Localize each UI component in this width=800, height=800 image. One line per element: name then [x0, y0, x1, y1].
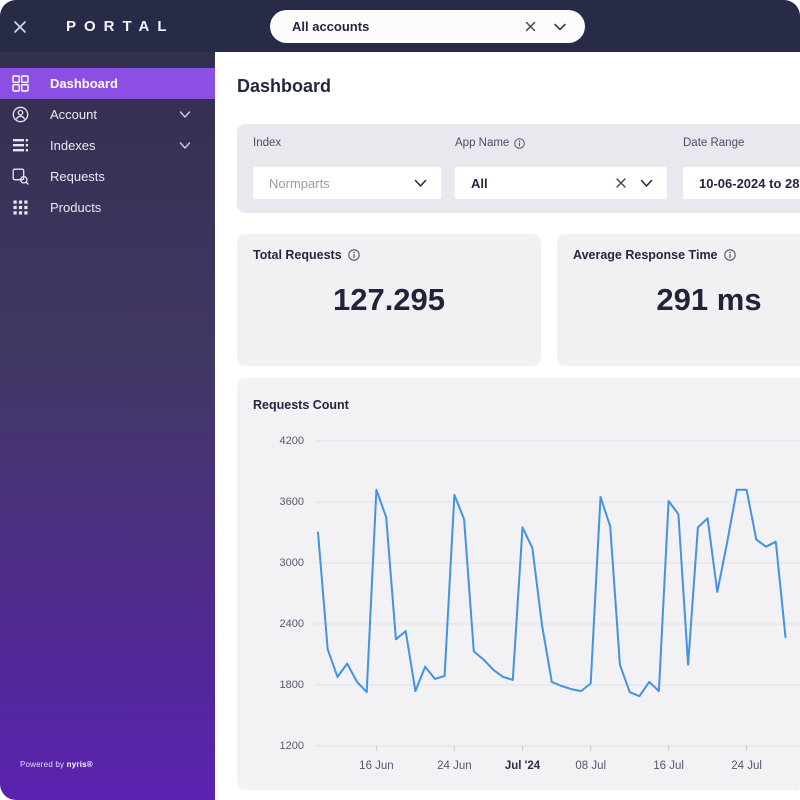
powered-by: Powered by nyris®: [20, 760, 93, 769]
sidebar-item-account[interactable]: Account: [0, 99, 215, 130]
filter-bar: Index Normparts App Name All: [237, 124, 800, 213]
sidebar-item-requests[interactable]: Requests: [0, 161, 215, 192]
products-icon: [12, 199, 29, 216]
powered-by-prefix: Powered by: [20, 760, 67, 769]
x-axis-tick: 08 Jul: [561, 760, 621, 772]
clear-icon[interactable]: [524, 20, 537, 33]
account-selector-value: All accounts: [292, 19, 369, 34]
sidebar-item-products[interactable]: Products: [0, 192, 215, 223]
requests-icon: [12, 168, 29, 185]
sidebar-item-dashboard[interactable]: Dashboard: [0, 68, 215, 99]
info-icon[interactable]: [724, 249, 736, 261]
x-axis-tick: 24 Jun: [424, 760, 484, 772]
page-title: Dashboard: [237, 76, 331, 97]
chart-svg: [237, 378, 800, 790]
sidebar-item-indexes[interactable]: Indexes: [0, 130, 215, 161]
account-icon: [12, 106, 29, 123]
account-selector[interactable]: All accounts: [270, 10, 585, 43]
info-icon[interactable]: [514, 138, 525, 149]
index-filter-label: Index: [253, 137, 281, 149]
close-icon[interactable]: [13, 20, 27, 34]
x-axis-tick: Jul '24: [493, 760, 553, 772]
y-axis-tick: 4200: [258, 435, 304, 447]
avg-response-time-value: 291 ms: [557, 282, 800, 318]
avg-response-time-label: Average Response Time: [573, 248, 736, 262]
chevron-down-icon[interactable]: [414, 178, 427, 189]
powered-by-brand: nyris®: [67, 760, 93, 769]
sidebar-item-label: Dashboard: [50, 76, 118, 91]
date-range-value: 10-06-2024 to 28-07-2024: [699, 176, 800, 191]
sidebar-nav: Dashboard Account: [0, 68, 215, 223]
y-axis-tick: 2400: [258, 618, 304, 630]
x-axis-tick: 16 Jul: [639, 760, 699, 772]
requests-count-line: [318, 490, 786, 696]
chevron-down-icon[interactable]: [640, 178, 653, 189]
index-select[interactable]: Normparts: [253, 167, 441, 199]
topbar: PORTAL All accounts: [0, 0, 800, 52]
brand-logo: PORTAL: [66, 18, 175, 35]
app-name-select[interactable]: All: [455, 167, 667, 199]
sidebar-item-label: Requests: [50, 169, 105, 184]
sidebar-item-label: Products: [50, 200, 101, 215]
sidebar: Dashboard Account: [0, 52, 215, 800]
info-icon[interactable]: [348, 249, 360, 261]
x-axis-tick: 16 Jun: [346, 760, 406, 772]
avg-response-time-card: Average Response Time 291 ms: [557, 234, 800, 366]
total-requests-card: Total Requests 127.295: [237, 234, 541, 366]
requests-count-chart: 4200 3600 3000 2400 1800 1200 16 Jun 24 Jun Jul …: [237, 378, 800, 790]
app-window: PORTAL All accounts Dashboard: [0, 0, 800, 800]
requests-count-card: Requests Count 4200360030002400180012001…: [237, 378, 800, 790]
y-axis-tick: 3000: [258, 557, 304, 569]
total-requests-label: Total Requests: [253, 248, 360, 262]
chevron-down-icon[interactable]: [179, 109, 191, 120]
y-axis-tick: 1800: [258, 679, 304, 691]
index-select-value: Normparts: [269, 176, 330, 191]
total-requests-value: 127.295: [237, 282, 541, 318]
chevron-down-icon[interactable]: [553, 21, 567, 33]
x-axis-tick: 24 Jul: [717, 760, 777, 772]
sidebar-item-label: Account: [50, 107, 97, 122]
main-content: Dashboard Index Normparts App Name: [215, 52, 800, 800]
sidebar-item-label: Indexes: [50, 138, 96, 153]
indexes-icon: [12, 137, 29, 154]
y-axis-tick: 1200: [258, 740, 304, 752]
y-axis-tick: 3600: [258, 496, 304, 508]
date-range-filter-label: Date Range: [683, 137, 744, 149]
clear-icon[interactable]: [615, 177, 627, 189]
date-range-input[interactable]: 10-06-2024 to 28-07-2024: [683, 167, 800, 199]
dashboard-icon: [12, 75, 29, 92]
app-name-filter-label: App Name: [455, 137, 525, 149]
app-name-select-value: All: [471, 176, 488, 191]
chevron-down-icon[interactable]: [179, 140, 191, 151]
